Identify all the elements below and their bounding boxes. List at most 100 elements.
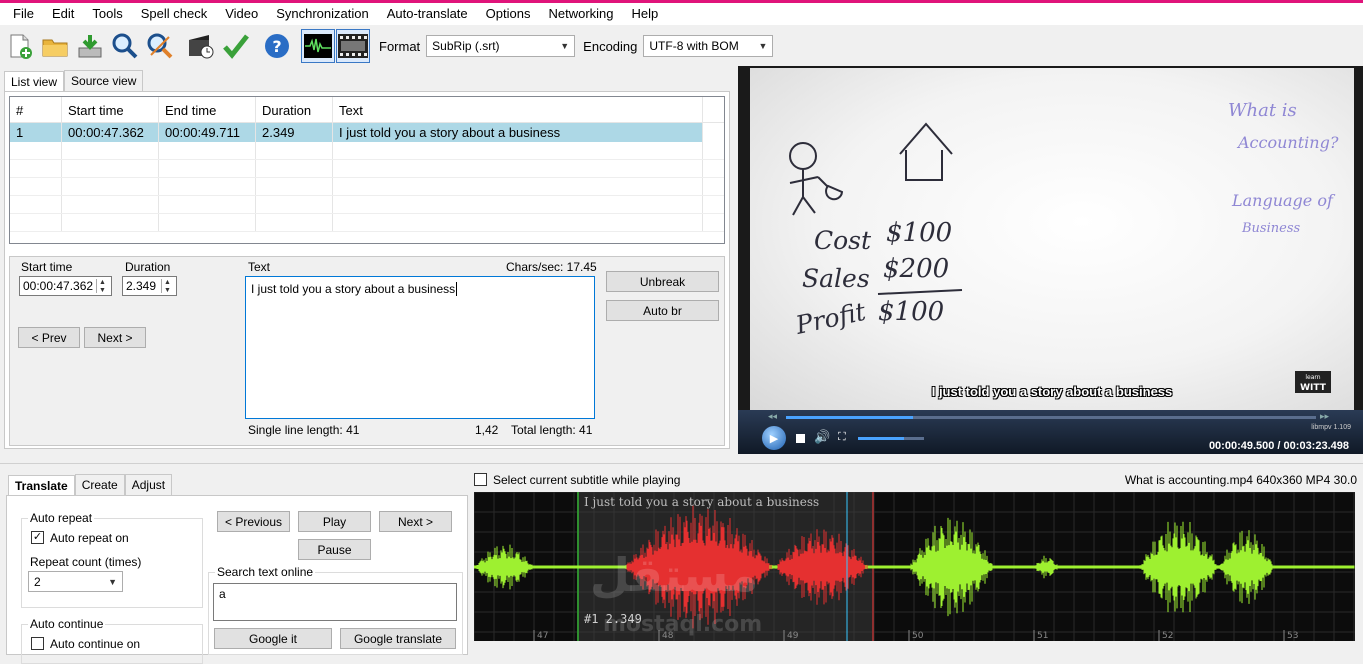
menu-spell-check[interactable]: Spell check [132, 4, 216, 24]
play-icon[interactable]: ▶ [762, 426, 786, 450]
play-button[interactable]: Play [298, 511, 371, 532]
time-tick-label: 47 [537, 631, 548, 641]
board-title-1: What is [1228, 100, 1297, 121]
video-controls: ◂◂ ▸▸ ▶ 🔊 ⛶ libmpv 1.109 00:00:49.500 / … [738, 410, 1363, 454]
menu-video[interactable]: Video [216, 4, 267, 24]
encoding-select[interactable]: UTF-8 with BOM ▼ [643, 35, 774, 57]
waveform-toggle-icon[interactable] [301, 29, 335, 63]
pause-button[interactable]: Pause [298, 539, 371, 560]
volume-slider[interactable] [858, 437, 924, 440]
splitter[interactable] [0, 463, 1363, 464]
menu-tools[interactable]: Tools [83, 4, 131, 24]
find-icon[interactable] [108, 29, 142, 63]
col-text[interactable]: Text [333, 97, 703, 122]
col-duration[interactable]: Duration [256, 97, 333, 122]
bottom-tabs: Translate Create Adjust [8, 474, 173, 496]
start-time-input[interactable]: 00:00:47.362 ▲ ▼ [19, 276, 112, 296]
menu-auto-translate[interactable]: Auto-translate [378, 4, 477, 24]
toolbar: ? Format SubRip (.srt) ▼ Encoding UTF-8 w… [0, 26, 1363, 66]
rewind-icon[interactable]: ◂◂ [768, 411, 777, 422]
replace-icon[interactable] [143, 29, 177, 63]
time-tick-label: 52 [1162, 631, 1173, 641]
select-current-label: Select current subtitle while playing [493, 473, 681, 487]
start-time-label: Start time [21, 260, 73, 274]
single-line-length: Single line length: 41 [248, 423, 360, 437]
next-button[interactable]: Next > [84, 327, 146, 348]
tab-list-view[interactable]: List view [4, 71, 65, 92]
select-current-checkbox[interactable] [474, 473, 487, 486]
auto-br-button[interactable]: Auto br [606, 300, 719, 321]
total-length: Total length: 41 [511, 423, 593, 437]
tab-source-view[interactable]: Source view [64, 70, 144, 91]
subtitle-text-editor[interactable]: I just told you a story about a business [245, 276, 595, 419]
video-toggle-icon[interactable] [336, 29, 370, 63]
tab-translate[interactable]: Translate [8, 475, 75, 496]
table-row[interactable]: 1 00:00:47.362 00:00:49.711 2.349 I just… [10, 123, 703, 142]
format-select[interactable]: SubRip (.srt) ▼ [426, 35, 576, 57]
fast-forward-icon[interactable]: ▸▸ [1320, 411, 1329, 422]
subtitle-grid: # Start time End time Duration Text 1 00… [9, 96, 725, 244]
video-subtitle: I just told you a story about a business [931, 384, 1173, 399]
save-icon[interactable] [73, 29, 107, 63]
text-cursor [456, 282, 458, 296]
time-tick-label: 48 [662, 631, 674, 641]
help-icon[interactable]: ? [260, 29, 294, 63]
chevron-down-icon: ▼ [108, 576, 117, 587]
volume-slider-fill [858, 437, 905, 440]
prev-button[interactable]: < Prev [18, 327, 80, 348]
audio-waveform[interactable]: 47 48 49 50 51 52 53 I just told you a story a… [474, 492, 1355, 641]
waveform-marker: #1 2.349 [584, 612, 642, 626]
col-number[interactable]: # [10, 97, 62, 122]
fullscreen-icon[interactable]: ⛶ [838, 431, 846, 444]
new-file-icon[interactable] [3, 29, 37, 63]
visual-sync-icon[interactable] [184, 29, 218, 63]
menu-file[interactable]: File [4, 4, 43, 24]
chevron-down-icon: ▼ [560, 41, 570, 51]
repeat-count-select[interactable]: 2 ▼ [28, 571, 123, 592]
auto-continue-checkbox[interactable] [31, 637, 44, 650]
video-frame[interactable]: Cost $100 Sales $200 Profit $100 What is… [750, 68, 1354, 410]
volume-icon[interactable]: 🔊 [814, 429, 830, 445]
svg-text:?: ? [272, 37, 281, 56]
previous-button[interactable]: < Previous [217, 511, 290, 532]
media-info: What is accounting.mp4 640x360 MP4 30.0 [1124, 473, 1357, 487]
grid-header: # Start time End time Duration Text [10, 97, 724, 123]
search-text-input[interactable]: a [213, 583, 457, 621]
repeat-count-label: Repeat count (times) [30, 555, 142, 569]
next-subtitle-button[interactable]: Next > [379, 511, 452, 532]
tab-create[interactable]: Create [74, 474, 125, 495]
libmpv-version: libmpv 1.109 [1311, 424, 1351, 431]
google-it-button[interactable]: Google it [214, 628, 332, 649]
board-lang-2: Business [1241, 221, 1300, 236]
menu-edit[interactable]: Edit [43, 4, 83, 24]
unbreak-button[interactable]: Unbreak [606, 271, 719, 292]
spinner-icon[interactable]: ▲ ▼ [96, 279, 108, 294]
menu-synchronization[interactable]: Synchronization [267, 4, 378, 24]
auto-continue-legend: Auto continue [28, 617, 106, 631]
col-start-time[interactable]: Start time [62, 97, 159, 122]
whiteboard-drawing: Cost $100 Sales $200 Profit $100 What is… [789, 100, 1339, 393]
video-time: 00:00:49.500 / 00:03:23.498 [1208, 440, 1349, 452]
menu-options[interactable]: Options [477, 4, 540, 24]
auto-continue-on-label: Auto continue on [50, 637, 141, 651]
menu-help[interactable]: Help [623, 4, 668, 24]
spell-check-icon[interactable] [219, 29, 253, 63]
text-label: Text [248, 260, 271, 274]
profit-value: $100 [878, 297, 944, 327]
auto-repeat-checkbox[interactable]: ✓ [31, 531, 44, 544]
encoding-label: Encoding [583, 38, 638, 54]
chevron-down-icon: ▼ [758, 41, 768, 51]
menu-networking[interactable]: Networking [539, 4, 622, 24]
stop-icon[interactable] [796, 434, 805, 443]
google-translate-button[interactable]: Google translate [340, 628, 456, 649]
video-player: Cost $100 Sales $200 Profit $100 What is… [738, 66, 1363, 454]
open-folder-icon[interactable] [38, 29, 72, 63]
svg-text:learn: learn [1305, 374, 1320, 381]
spinner-icon[interactable]: ▲ ▼ [161, 279, 173, 294]
col-end-time[interactable]: End time [159, 97, 256, 122]
seek-bar[interactable] [786, 416, 1316, 419]
chars-per-sec: Chars/sec: 17.45 [506, 260, 597, 274]
duration-input[interactable]: 2.349 ▲ ▼ [122, 276, 177, 296]
tab-adjust[interactable]: Adjust [124, 474, 173, 495]
duration-label: Duration [125, 260, 171, 274]
